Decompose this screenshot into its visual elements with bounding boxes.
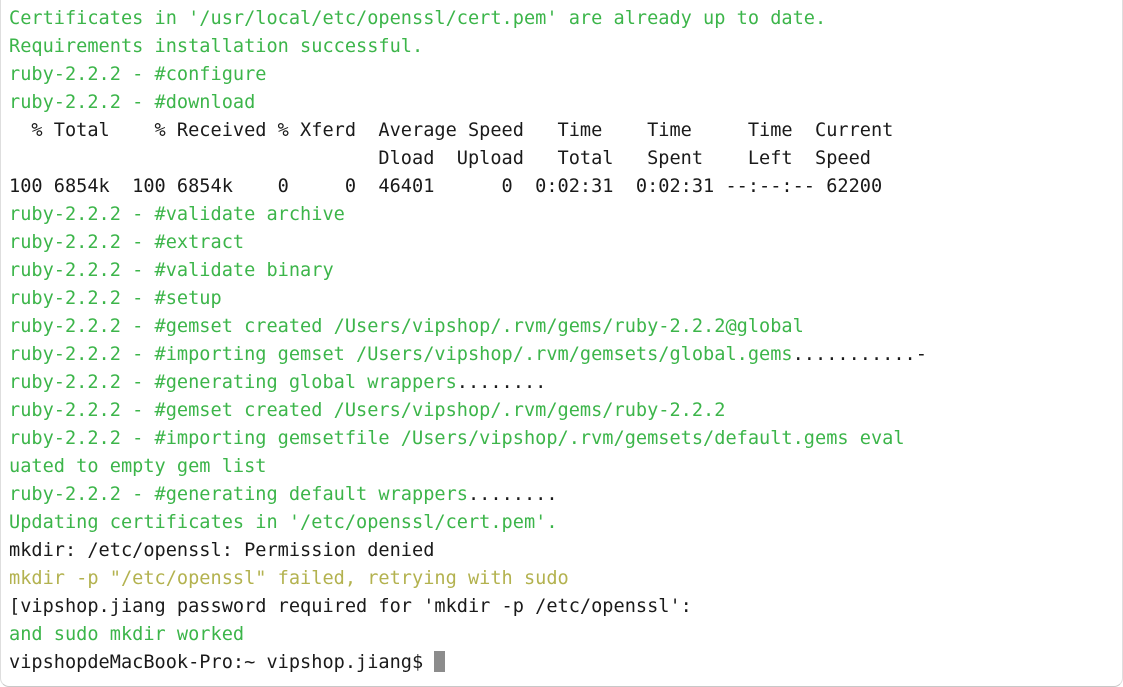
terminal-line-text: [vipshop.jiang password required for 'mk… (9, 596, 692, 617)
terminal-line: Requirements installation successful. (9, 33, 1122, 61)
terminal-line: and sudo mkdir worked (9, 621, 1122, 649)
shell-prompt: vipshopdeMacBook-Pro:~ vipshop.jiang$ (9, 652, 435, 673)
terminal-line: ruby-2.2.2 - #gemset created /Users/vips… (9, 397, 1122, 425)
terminal-line-text: % Total % Received % Xferd Average Speed… (9, 120, 894, 141)
terminal-line-text: 100 6854k 100 6854k 0 0 46401 0 0:02:31 … (9, 176, 883, 197)
terminal-line-text: ruby-2.2.2 - #validate binary (9, 260, 334, 281)
terminal-line: ruby-2.2.2 - #importing gemset /Users/vi… (9, 341, 1122, 369)
terminal-output-screen[interactable]: Certificates in '/usr/local/etc/openssl/… (9, 5, 1122, 677)
terminal-line-text: mkdir -p "/etc/openssl" failed, retrying… (9, 568, 569, 589)
terminal-line: ruby-2.2.2 - #extract (9, 229, 1122, 257)
terminal-line: ruby-2.2.2 - #validate archive (9, 201, 1122, 229)
terminal-line: ruby-2.2.2 - #validate binary (9, 257, 1122, 285)
terminal-line: [vipshop.jiang password required for 'mk… (9, 593, 1122, 621)
terminal-line-text: ruby-2.2.2 - #gemset created /Users/vips… (9, 316, 804, 337)
terminal-line: ruby-2.2.2 - #setup (9, 285, 1122, 313)
terminal-line-text: ruby-2.2.2 - #importing gemset /Users/vi… (9, 344, 793, 365)
terminal-line: uated to empty gem list (9, 453, 1122, 481)
terminal-line-text: uated to empty gem list (9, 456, 267, 477)
terminal-line: mkdir -p "/etc/openssl" failed, retrying… (9, 565, 1122, 593)
progress-dots: ........ (467, 484, 558, 505)
terminal-line: ruby-2.2.2 - #configure (9, 61, 1122, 89)
terminal-line: ruby-2.2.2 - #importing gemsetfile /User… (9, 425, 1122, 453)
progress-dash: - (915, 344, 927, 365)
terminal-line-text: ruby-2.2.2 - #setup (9, 288, 222, 309)
terminal-line: Dload Upload Total Spent Left Speed (9, 145, 1122, 173)
progress-dots: ........ (456, 372, 547, 393)
terminal-line: ruby-2.2.2 - #download (9, 89, 1122, 117)
terminal-line: Updating certificates in '/etc/openssl/c… (9, 509, 1122, 537)
terminal-line: ruby-2.2.2 - #gemset created /Users/vips… (9, 313, 1122, 341)
terminal-line: Certificates in '/usr/local/etc/openssl/… (9, 5, 1122, 33)
terminal-line-text: Updating certificates in '/etc/openssl/c… (9, 512, 558, 533)
terminal-line-text: ruby-2.2.2 - #validate archive (9, 204, 345, 225)
terminal-line-text: Requirements installation successful. (9, 36, 424, 57)
terminal-window[interactable]: Certificates in '/usr/local/etc/openssl/… (0, 0, 1123, 687)
text-cursor (434, 651, 446, 672)
terminal-line-text: ruby-2.2.2 - #download (9, 92, 256, 113)
terminal-line-text: mkdir: /etc/openssl: Permission denied (9, 540, 435, 561)
terminal-line-text: and sudo mkdir worked (9, 624, 245, 645)
terminal-line: 100 6854k 100 6854k 0 0 46401 0 0:02:31 … (9, 173, 1122, 201)
terminal-line-text: ruby-2.2.2 - #importing gemsetfile /User… (9, 428, 905, 449)
terminal-line: % Total % Received % Xferd Average Speed… (9, 117, 1122, 145)
terminal-line: ruby-2.2.2 - #generating default wrapper… (9, 481, 1122, 509)
terminal-line-text: ruby-2.2.2 - #extract (9, 232, 245, 253)
terminal-line: ruby-2.2.2 - #generating global wrappers… (9, 369, 1122, 397)
terminal-line-text: ruby-2.2.2 - #gemset created /Users/vips… (9, 400, 726, 421)
progress-dots: ........... (792, 344, 916, 365)
terminal-line-text: ruby-2.2.2 - #configure (9, 64, 267, 85)
terminal-line-text: Certificates in '/usr/local/etc/openssl/… (9, 8, 827, 29)
terminal-line-text: Dload Upload Total Spent Left Speed (9, 148, 871, 169)
shell-prompt-line[interactable]: vipshopdeMacBook-Pro:~ vipshop.jiang$ (9, 649, 1122, 677)
terminal-line-text: ruby-2.2.2 - #generating default wrapper… (9, 484, 468, 505)
terminal-line-text: ruby-2.2.2 - #generating global wrappers (9, 372, 457, 393)
terminal-line: mkdir: /etc/openssl: Permission denied (9, 537, 1122, 565)
